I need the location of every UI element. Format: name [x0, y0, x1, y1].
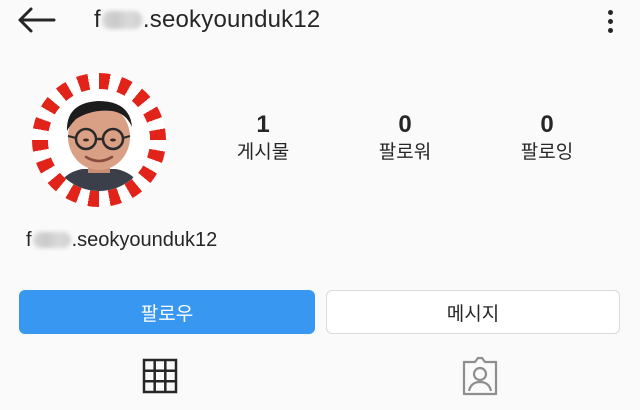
- profile-name: f .seokyounduk12: [26, 226, 217, 254]
- profile-name-suffix: .seokyounduk12: [71, 229, 218, 251]
- header-username-suffix: .seokyounduk12: [142, 6, 321, 33]
- top-bar: f .seokyounduk12: [0, 0, 640, 44]
- avatar[interactable]: [32, 73, 166, 207]
- stat-followers-count: 0: [398, 111, 412, 138]
- header-username-prefix: f: [94, 6, 101, 33]
- person-photo-icon: [48, 89, 150, 191]
- stat-posts-label: 게시물: [236, 142, 290, 163]
- stat-following-label: 팔로잉: [520, 142, 574, 163]
- avatar-photo: [48, 89, 150, 191]
- stat-posts[interactable]: 1 게시물: [208, 110, 318, 166]
- back-arrow-icon: [18, 7, 56, 33]
- redacted-blur: [101, 11, 142, 29]
- more-options-icon[interactable]: [600, 6, 622, 36]
- stat-followers[interactable]: 0 팔로워: [350, 110, 460, 166]
- stat-following-count: 0: [540, 111, 554, 138]
- stat-posts-count: 1: [256, 111, 270, 138]
- tab-grid[interactable]: [142, 358, 178, 394]
- follow-button[interactable]: 팔로우: [19, 290, 315, 334]
- redacted-blur: [32, 232, 71, 248]
- header-username: f .seokyounduk12: [94, 6, 320, 34]
- profile-name-prefix: f: [26, 229, 32, 251]
- tab-tagged[interactable]: [460, 356, 500, 396]
- back-button[interactable]: [16, 6, 60, 34]
- grid-icon: [142, 358, 178, 394]
- message-button[interactable]: 메시지: [326, 290, 620, 334]
- tagged-person-icon: [462, 356, 498, 396]
- stat-following[interactable]: 0 팔로잉: [492, 110, 602, 166]
- stat-followers-label: 팔로워: [378, 142, 432, 163]
